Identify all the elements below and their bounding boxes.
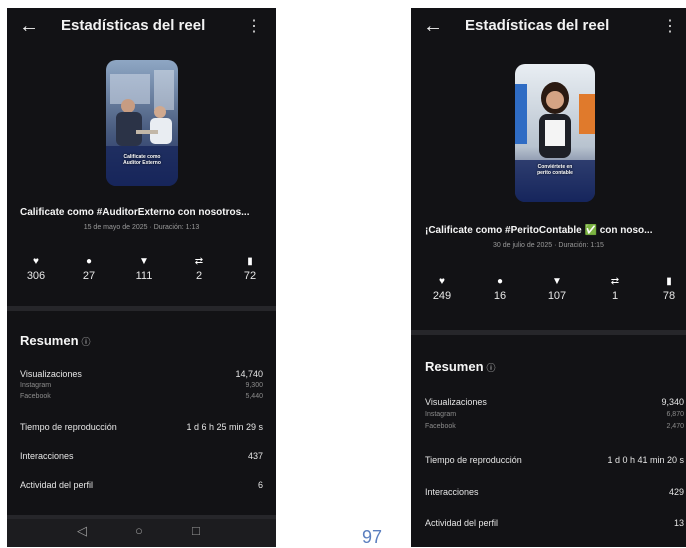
stat-saves: ▮ 72: [230, 255, 270, 282]
comment-icon: ●: [496, 276, 504, 287]
interactions-value: 437: [247, 451, 263, 461]
comment-icon: ●: [85, 256, 93, 267]
views-label: Visualizaciones: [20, 369, 82, 379]
nav-home-icon[interactable]: ○: [135, 523, 143, 538]
reel-title: Calificate como #AuditorExterno con noso…: [20, 207, 250, 218]
info-icon[interactable]: ⓘ: [82, 337, 91, 347]
facebook-value: 2,470: [666, 423, 684, 430]
back-arrow-icon[interactable]: ←: [19, 14, 39, 38]
views-value: 9,340: [661, 397, 684, 407]
header: ← Estadísticas del reel ⋮: [7, 8, 276, 44]
summary-title: Resumen ⓘ: [425, 359, 496, 374]
heart-icon: ♥: [439, 276, 445, 287]
comments-count: 16: [493, 290, 507, 302]
views-label: Visualizaciones: [425, 397, 487, 407]
more-options-icon[interactable]: ⋮: [246, 16, 262, 36]
instagram-label: Instagram: [20, 382, 52, 389]
send-icon: ▼: [139, 256, 149, 267]
profile-activity-label[interactable]: Actividad del perfil: [20, 480, 93, 490]
send-icon: ▼: [552, 276, 562, 287]
interactions-value: 429: [668, 487, 684, 497]
instagram-value: 6,870: [666, 411, 684, 418]
reposts-count: 2: [195, 270, 203, 282]
bookmark-icon: ▮: [666, 276, 672, 287]
stat-shares: ▼ 107: [537, 275, 577, 302]
reel-thumbnail-image: [106, 60, 178, 186]
views-value: 14,740: [235, 369, 263, 379]
watch-time-value: 1 d 6 h 25 min 29 s: [186, 422, 263, 432]
caption-line-2: Auditor Externo: [123, 160, 161, 166]
thumbnail-caption: Calificate como Auditor Externo: [106, 154, 178, 166]
summary-title: Resumen ⓘ: [20, 333, 91, 348]
facebook-value: 5,440: [245, 393, 263, 400]
stat-reposts: ⇄ 1: [595, 275, 635, 302]
shares-count: 107: [547, 290, 567, 302]
interactions-label[interactable]: Interacciones: [425, 487, 479, 497]
saves-count: 72: [243, 270, 257, 282]
reel-meta: 15 de mayo de 2025 · Duración: 1:13: [83, 224, 200, 231]
repost-icon: ⇄: [194, 256, 204, 267]
reel-thumbnail[interactable]: Conviértete en perito contable: [515, 64, 595, 202]
page-title: Estadísticas del reel: [61, 17, 206, 34]
stat-likes: ♥ 249: [422, 275, 462, 302]
watch-time-label: Tiempo de reproducción: [425, 455, 522, 465]
bookmark-icon: ▮: [247, 256, 253, 267]
divider: [411, 330, 686, 335]
more-options-icon[interactable]: ⋮: [662, 16, 678, 36]
reel-thumbnail-image: [515, 64, 595, 202]
stat-reposts: ⇄ 2: [179, 255, 219, 282]
page-number: 97: [362, 527, 383, 547]
facebook-label: Facebook: [425, 423, 456, 430]
reel-meta: 30 de julio de 2025 · Duración: 1:15: [493, 242, 604, 249]
nav-back-icon[interactable]: ◁: [77, 523, 87, 539]
instagram-label: Instagram: [425, 411, 457, 418]
comments-count: 27: [82, 270, 96, 282]
heart-icon: ♥: [33, 256, 39, 267]
stat-shares: ▼ 111: [124, 255, 164, 282]
profile-activity-value: 6: [257, 480, 263, 490]
thumbnail-caption: Conviértete en perito contable: [515, 164, 595, 176]
summary-title-text: Resumen: [425, 359, 484, 374]
profile-activity-value: 13: [673, 518, 684, 528]
back-arrow-icon[interactable]: ←: [423, 14, 443, 38]
engagement-stats: ♥ 306 ● 27 ▼ 111 ⇄ 2 ▮ 72: [7, 255, 276, 295]
instagram-value: 9,300: [245, 382, 263, 389]
watch-time-label: Tiempo de reproducción: [20, 422, 117, 432]
engagement-stats: ♥ 249 ● 16 ▼ 107 ⇄ 1 ▮ 78: [411, 275, 686, 315]
caption-line-2: perito contable: [537, 170, 573, 176]
system-navbar: ◁ ○ □: [7, 519, 276, 547]
reel-title: ¡Calificate como #PeritoContable ✅ con n…: [425, 225, 653, 236]
page-title: Estadísticas del reel: [465, 17, 610, 34]
stat-saves: ▮ 78: [649, 275, 686, 302]
info-icon[interactable]: ⓘ: [487, 363, 496, 373]
saves-count: 78: [662, 290, 676, 302]
likes-count: 306: [26, 270, 46, 282]
header: ← Estadísticas del reel ⋮: [411, 8, 686, 44]
reposts-count: 1: [611, 290, 619, 302]
stat-comments: ● 27: [69, 255, 109, 282]
stat-comments: ● 16: [480, 275, 520, 302]
reel-thumbnail[interactable]: Calificate como Auditor Externo: [106, 60, 178, 186]
likes-count: 249: [432, 290, 452, 302]
stat-likes: ♥ 306: [16, 255, 56, 282]
watch-time-value: 1 d 0 h 41 min 20 s: [607, 455, 684, 465]
nav-recents-icon[interactable]: □: [192, 523, 200, 538]
divider: [7, 306, 276, 311]
reel-stats-screen-auditor: ← Estadísticas del reel ⋮ Calificate com…: [7, 8, 276, 547]
summary-title-text: Resumen: [20, 333, 79, 348]
interactions-label[interactable]: Interacciones: [20, 451, 74, 461]
facebook-label: Facebook: [20, 393, 51, 400]
reel-stats-screen-perito: ← Estadísticas del reel ⋮ Conviértete en: [411, 8, 686, 547]
profile-activity-label[interactable]: Actividad del perfil: [425, 518, 498, 528]
shares-count: 111: [135, 270, 153, 282]
repost-icon: ⇄: [610, 276, 620, 287]
